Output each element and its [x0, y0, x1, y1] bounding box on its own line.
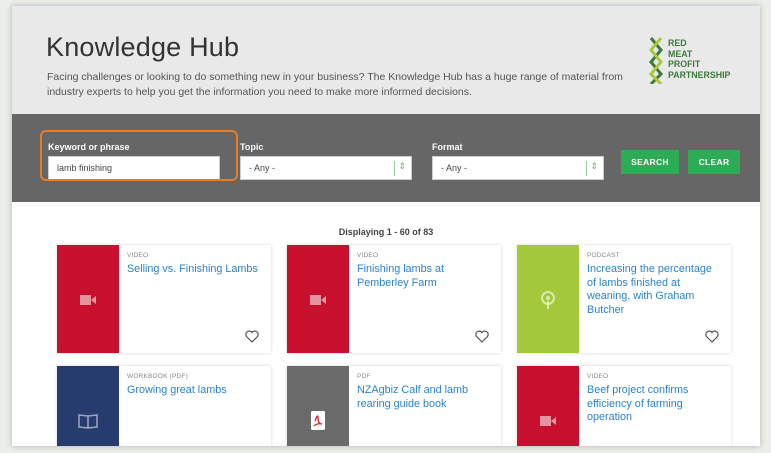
- card-thumbnail: [57, 245, 119, 353]
- video-camera-icon: [310, 295, 326, 305]
- result-card[interactable]: VIDEO Selling vs. Finishing Lambs: [57, 245, 271, 353]
- rmpp-logo[interactable]: RED MEAT PROFIT PARTNERSHIP: [648, 36, 748, 86]
- card-thumbnail: [517, 245, 579, 353]
- card-title-link[interactable]: Finishing lambs at Pemberley Farm: [357, 263, 492, 290]
- card-type: VIDEO: [357, 252, 379, 259]
- select-arrows-icon: ⇕: [586, 161, 598, 176]
- format-label: Format: [432, 142, 463, 152]
- result-card[interactable]: VIDEO Finishing lambs at Pemberley Farm: [287, 245, 501, 353]
- book-icon: [78, 414, 98, 429]
- podcast-icon: [541, 291, 555, 309]
- dna-helix-icon: [648, 37, 664, 84]
- video-camera-icon: [80, 295, 96, 305]
- card-type: WORKBOOK (PDF): [127, 373, 188, 380]
- card-type: PDF: [357, 373, 371, 380]
- page-header: Knowledge Hub Facing challenges or looki…: [12, 6, 760, 114]
- card-thumbnail: [287, 366, 349, 446]
- topic-label: Topic: [240, 142, 264, 152]
- result-card[interactable]: WORKBOOK (PDF) Growing great lambs: [57, 366, 271, 446]
- topic-select-value: - Any -: [249, 163, 276, 173]
- format-select-value: - Any -: [441, 163, 468, 173]
- card-thumbnail: [287, 245, 349, 353]
- card-thumbnail: [57, 366, 119, 446]
- page-description: Facing challenges or looking to do somet…: [47, 71, 623, 98]
- card-type: VIDEO: [127, 252, 149, 259]
- card-type: PODCAST: [587, 252, 620, 259]
- topic-select[interactable]: - Any - ⇕: [240, 156, 412, 180]
- video-camera-icon: [540, 416, 556, 426]
- pdf-icon: [311, 411, 325, 430]
- favorite-heart-icon[interactable]: [475, 330, 489, 343]
- results-summary: Displaying 1 - 60 of 83: [338, 227, 434, 237]
- card-thumbnail: [517, 366, 579, 446]
- card-title-link[interactable]: Growing great lambs: [127, 384, 262, 398]
- logo-line: RED: [668, 38, 687, 48]
- search-button[interactable]: SEARCH: [621, 150, 679, 174]
- result-card[interactable]: PDF NZAgbiz Calf and lamb rearing guide …: [287, 366, 501, 446]
- card-title-link[interactable]: Beef project confirms efficiency of farm…: [587, 384, 722, 425]
- card-title-link[interactable]: Increasing the percentage of lambs finis…: [587, 263, 722, 317]
- card-title-link[interactable]: NZAgbiz Calf and lamb rearing guide book: [357, 384, 492, 411]
- page-title: Knowledge Hub: [46, 32, 240, 62]
- select-arrows-icon: ⇕: [394, 161, 406, 176]
- page-frame: Knowledge Hub Facing challenges or looki…: [12, 6, 760, 446]
- result-card[interactable]: PODCAST Increasing the percentage of lam…: [517, 245, 731, 353]
- logo-line: PROFIT: [668, 59, 701, 69]
- format-select[interactable]: - Any - ⇕: [432, 156, 604, 180]
- logo-line: MEAT: [668, 48, 693, 59]
- result-card[interactable]: VIDEO Beef project confirms efficiency o…: [517, 366, 731, 446]
- keyword-highlight-outline: [40, 130, 238, 181]
- logo-line: PARTNERSHIP: [668, 69, 731, 80]
- card-title-link[interactable]: Selling vs. Finishing Lambs: [127, 263, 262, 277]
- clear-button[interactable]: CLEAR: [688, 150, 740, 174]
- card-type: VIDEO: [587, 373, 609, 380]
- favorite-heart-icon[interactable]: [705, 330, 719, 343]
- favorite-heart-icon[interactable]: [245, 330, 259, 343]
- logo-wordmark: RED MEAT PROFIT PARTNERSHIP: [668, 38, 730, 80]
